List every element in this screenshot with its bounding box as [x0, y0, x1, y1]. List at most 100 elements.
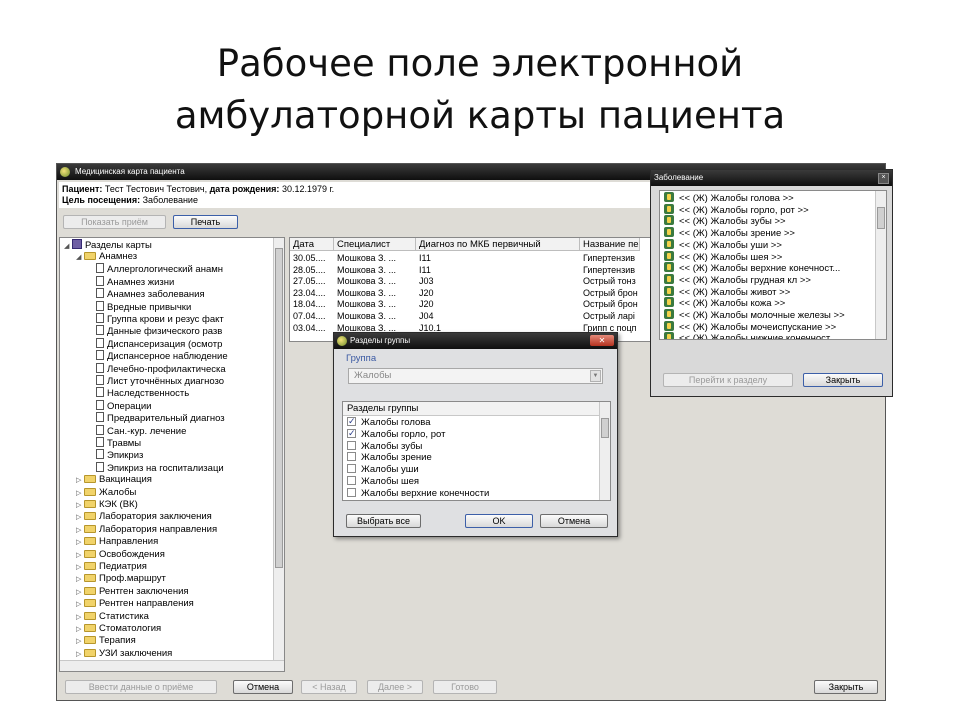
tree-item[interactable]: ▷ Вакцинация [76, 474, 152, 486]
disease-complaints-list[interactable]: << (Ж) Жалобы голова >> << (Ж) Жалобы гор… [659, 190, 887, 340]
disease-list-item[interactable]: << (Ж) Жалобы верхние конечност... [664, 262, 840, 274]
tree-item[interactable]: ▷ КЭК (ВК) [76, 499, 138, 511]
group-section-item[interactable]: Жалобы зрение [347, 452, 432, 464]
expand-arrow-icon[interactable]: ▷ [76, 550, 84, 562]
tree-item[interactable]: Предварительный диагноз [96, 412, 225, 424]
disease-list-item[interactable]: << (Ж) Жалобы кожа >> [664, 297, 785, 309]
checkbox[interactable] [347, 440, 356, 450]
collapse-arrow-icon[interactable]: ◢ [76, 252, 84, 264]
group-sections-list[interactable]: Разделы группы Жалобы головаЖалобы горло… [342, 401, 611, 501]
tree-item[interactable]: Эпикриз [96, 449, 143, 461]
group-section-item[interactable]: Жалобы уши [347, 464, 419, 476]
show-visit-button[interactable]: Показать приём [63, 215, 166, 229]
sections-tree[interactable]: ◢ Разделы карты ◢ Анамнез Аллергологический… [59, 237, 285, 672]
cancel-button[interactable]: Отмена [233, 680, 293, 694]
goto-section-button[interactable]: Перейти к разделу [663, 373, 793, 387]
tree-item[interactable]: ▷ Направления [76, 536, 158, 548]
expand-arrow-icon[interactable]: ▷ [76, 574, 84, 586]
disease-list-item[interactable]: << (Ж) Жалобы живот >> [664, 285, 790, 298]
tree-item[interactable]: ▷ Освобождения [76, 549, 165, 561]
tree-item[interactable]: ▷ Статистика [76, 611, 149, 623]
group-section-item[interactable]: Жалобы горло, рот [347, 427, 445, 441]
group-list-scroll-thumb[interactable] [601, 418, 609, 438]
tree-item[interactable]: ▷ Рентген направления [76, 598, 194, 610]
tree-item[interactable]: ▷ Стоматология [76, 623, 161, 635]
disease-titlebar[interactable]: Заболевание × [651, 170, 892, 186]
checkbox[interactable] [347, 415, 356, 427]
expand-arrow-icon[interactable]: ▷ [76, 587, 84, 599]
checkbox[interactable] [347, 427, 356, 439]
tree-item[interactable]: Вредные привычки [96, 300, 191, 313]
disease-list-scroll-thumb[interactable] [877, 207, 885, 229]
group-list-scrollbar[interactable] [599, 402, 610, 500]
tree-item[interactable]: Операции [96, 399, 151, 412]
print-button[interactable]: Печать [173, 215, 238, 229]
expand-arrow-icon[interactable]: ▷ [76, 525, 84, 537]
checkbox[interactable] [347, 487, 356, 497]
dialog-titlebar[interactable]: Разделы группы ✕ [334, 333, 617, 349]
tree-item[interactable]: Лист уточнённых диагнозо [96, 375, 224, 387]
disease-list-item[interactable]: << (Ж) Жалобы зубы >> [664, 215, 786, 227]
disease-list-item[interactable]: << (Ж) Жалобы молочные железы >> [664, 309, 845, 321]
tree-item[interactable]: ▷ Рентген заключения [76, 586, 189, 598]
tree-horizontal-scrollbar[interactable] [60, 660, 284, 671]
tree-item[interactable]: ▷ УЗИ заключения [76, 648, 172, 660]
expand-arrow-icon[interactable]: ▷ [76, 624, 84, 636]
disease-list-item[interactable]: << (Ж) Жалобы горло, рот >> [664, 203, 809, 216]
done-button[interactable]: Готово [433, 680, 497, 694]
column-header[interactable]: Название пе [580, 238, 640, 251]
checkbox[interactable] [347, 476, 356, 485]
tree-item[interactable]: Наследственность [96, 387, 189, 399]
disease-list-item[interactable]: << (Ж) Жалобы мочеиспускание >> [664, 320, 836, 333]
tree-item[interactable]: ◢ Анамнез [76, 251, 137, 263]
column-header[interactable]: Дата [290, 238, 334, 251]
tree-item[interactable]: ▷ Педиатрия [76, 561, 147, 573]
next-button[interactable]: Далее > [367, 680, 423, 694]
tree-root[interactable]: ◢ Разделы карты [64, 239, 152, 251]
select-all-button[interactable]: Выбрать все [346, 514, 421, 528]
tree-vertical-scrollbar[interactable] [273, 238, 284, 671]
tree-item[interactable]: Анамнез жизни [96, 275, 174, 288]
tree-item[interactable]: Диспансерное наблюдение [96, 350, 228, 362]
tree-scroll-thumb[interactable] [275, 248, 283, 568]
column-header[interactable]: Специалист [334, 238, 416, 251]
expand-arrow-icon[interactable]: ▷ [76, 612, 84, 624]
tree-item[interactable]: ▷ Лаборатория направления [76, 524, 217, 536]
disease-list-item[interactable]: << (Ж) Жалобы грудная кл >> [664, 273, 811, 286]
checkbox[interactable] [347, 464, 356, 474]
tree-item[interactable]: ▷ Лаборатория заключения [76, 511, 212, 523]
tree-item[interactable]: Данные физического разв [96, 325, 222, 337]
expand-arrow-icon[interactable]: ▷ [76, 562, 84, 574]
expand-arrow-icon[interactable]: ▷ [76, 512, 84, 524]
disease-list-item[interactable]: << (Ж) Жалобы шея >> [664, 250, 782, 263]
chevron-down-icon[interactable]: ▼ [590, 370, 601, 382]
tree-item[interactable]: Анамнез заболевания [96, 288, 205, 300]
expand-arrow-icon[interactable]: ▷ [76, 537, 84, 549]
collapse-arrow-icon[interactable]: ◢ [64, 241, 72, 253]
dialog-cancel-button[interactable]: Отмена [540, 514, 608, 528]
expand-arrow-icon[interactable]: ▷ [76, 636, 84, 648]
back-button[interactable]: < Назад [301, 680, 357, 694]
expand-arrow-icon[interactable]: ▷ [76, 599, 84, 611]
enter-visit-data-button[interactable]: Ввести данные о приёме [65, 680, 217, 694]
expand-arrow-icon[interactable]: ▷ [76, 475, 84, 487]
disease-list-item[interactable]: << (Ж) Жалобы уши >> [664, 238, 782, 251]
ok-button[interactable]: OK [465, 514, 533, 528]
group-section-item[interactable]: Жалобы голова [347, 415, 431, 429]
expand-arrow-icon[interactable]: ▷ [76, 649, 84, 661]
expand-arrow-icon[interactable]: ▷ [76, 488, 84, 500]
tree-item[interactable]: Травмы [96, 437, 141, 449]
tree-item[interactable]: ▷ Жалобы [76, 487, 136, 499]
disease-list-scrollbar[interactable] [875, 191, 886, 339]
tree-item[interactable]: Аллергологический анамн [96, 263, 223, 275]
tree-item[interactable]: Эпикриз на госпитализаци [96, 461, 224, 474]
disease-close-button[interactable]: Закрыть [803, 373, 883, 387]
tree-item[interactable]: Лечебно-профилактическа [96, 362, 226, 375]
disease-list-item[interactable]: << (Ж) Жалобы голова >> [664, 192, 794, 204]
group-section-item[interactable]: Жалобы зубы [347, 440, 422, 453]
tree-item[interactable]: Группа крови и резус факт [96, 313, 224, 325]
dialog-close-icon[interactable]: ✕ [590, 335, 614, 346]
group-select[interactable]: Жалобы ▼ [348, 368, 603, 384]
checkbox[interactable] [347, 452, 356, 462]
column-header[interactable]: Диагноз по МКБ первичный [416, 238, 580, 251]
